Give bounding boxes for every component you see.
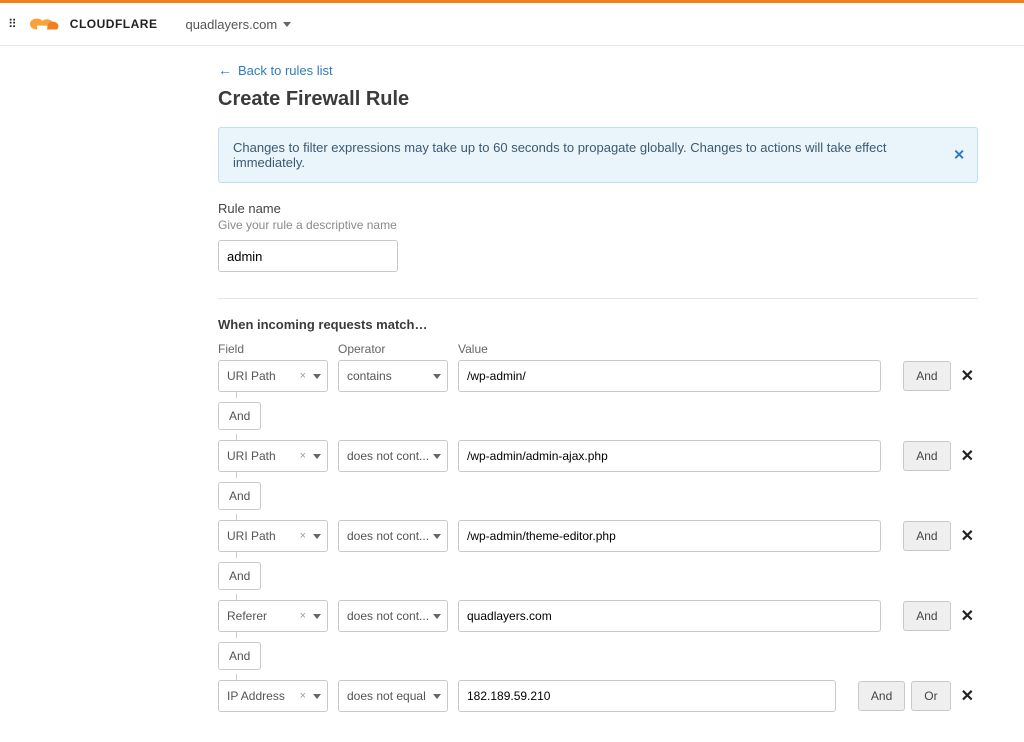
clear-icon[interactable]: × bbox=[295, 450, 311, 462]
domain-selector-label: quadlayers.com bbox=[185, 17, 277, 32]
page-title: Create Firewall Rule bbox=[218, 88, 978, 111]
field-select-label: URI Path bbox=[227, 529, 295, 543]
delete-row-icon[interactable]: ✕ bbox=[957, 606, 978, 626]
operator-select-label: does not cont... bbox=[347, 609, 431, 623]
operator-select[interactable]: does not equal bbox=[338, 680, 448, 712]
main-content: ← Back to rules list Create Firewall Rul… bbox=[218, 46, 978, 742]
domain-selector[interactable]: quadlayers.com bbox=[185, 17, 291, 32]
operator-select-label: contains bbox=[347, 369, 431, 383]
delete-row-icon[interactable]: ✕ bbox=[957, 526, 978, 546]
field-select-label: URI Path bbox=[227, 449, 295, 463]
logo-dots-icon: ⠿ bbox=[8, 17, 16, 31]
clear-icon[interactable]: × bbox=[295, 610, 311, 622]
brand-logo: ⠿ CLOUDFLARE bbox=[8, 15, 157, 33]
clear-icon[interactable]: × bbox=[295, 530, 311, 542]
row-actions: AndOr ✕ bbox=[858, 681, 978, 711]
connector: And bbox=[218, 402, 978, 430]
chevron-down-icon bbox=[313, 534, 321, 539]
operator-select-label: does not cont... bbox=[347, 449, 431, 463]
and-button[interactable]: And bbox=[903, 601, 950, 631]
rule-name-input[interactable] bbox=[218, 240, 398, 272]
field-select-label: IP Address bbox=[227, 689, 295, 703]
rule-row: IP Address× does not equal AndOr ✕ bbox=[218, 680, 978, 712]
chevron-down-icon bbox=[433, 534, 441, 539]
connector: And bbox=[218, 562, 978, 590]
chevron-down-icon bbox=[433, 374, 441, 379]
info-banner: Changes to filter expressions may take u… bbox=[218, 127, 978, 183]
operator-select[interactable]: does not cont... bbox=[338, 520, 448, 552]
rule-row: URI Path× does not cont... And ✕ bbox=[218, 520, 978, 552]
chevron-down-icon bbox=[313, 614, 321, 619]
operator-select-label: does not cont... bbox=[347, 529, 431, 543]
delete-row-icon[interactable]: ✕ bbox=[957, 686, 978, 706]
chevron-down-icon bbox=[313, 374, 321, 379]
value-input[interactable] bbox=[458, 360, 881, 392]
clear-icon[interactable]: × bbox=[295, 370, 311, 382]
rule-row: Referer× does not cont... And ✕ bbox=[218, 600, 978, 632]
chevron-down-icon bbox=[433, 614, 441, 619]
rule-name-label: Rule name bbox=[218, 201, 978, 216]
divider bbox=[218, 298, 978, 299]
rules-container: URI Path×containsAnd✕AndURI Path×does no… bbox=[218, 360, 978, 712]
match-section-title: When incoming requests match… bbox=[218, 317, 978, 332]
back-link-label: Back to rules list bbox=[238, 63, 333, 78]
value-input[interactable] bbox=[458, 440, 881, 472]
and-button[interactable]: And bbox=[903, 441, 950, 471]
row-actions: And ✕ bbox=[903, 521, 978, 551]
and-button[interactable]: And bbox=[903, 521, 950, 551]
value-input[interactable] bbox=[458, 520, 881, 552]
operator-select-label: does not equal bbox=[347, 689, 431, 703]
value-input[interactable] bbox=[458, 600, 881, 632]
field-select[interactable]: Referer× bbox=[218, 600, 328, 632]
field-select[interactable]: URI Path× bbox=[218, 520, 328, 552]
info-banner-text: Changes to filter expressions may take u… bbox=[233, 140, 887, 170]
connector-label[interactable]: And bbox=[218, 562, 261, 590]
col-value-label: Value bbox=[458, 342, 978, 356]
col-operator-label: Operator bbox=[338, 342, 448, 356]
operator-select[interactable]: contains bbox=[338, 360, 448, 392]
connector-label[interactable]: And bbox=[218, 482, 261, 510]
chevron-down-icon bbox=[313, 694, 321, 699]
connector-label[interactable]: And bbox=[218, 402, 261, 430]
chevron-down-icon bbox=[283, 22, 291, 27]
col-field-label: Field bbox=[218, 342, 328, 356]
row-actions: And ✕ bbox=[903, 441, 978, 471]
close-icon[interactable]: ✕ bbox=[953, 147, 965, 164]
connector-label[interactable]: And bbox=[218, 642, 261, 670]
rule-name-hint: Give your rule a descriptive name bbox=[218, 218, 978, 232]
connector: And bbox=[218, 642, 978, 670]
row-actions: And ✕ bbox=[903, 601, 978, 631]
clear-icon[interactable]: × bbox=[295, 690, 311, 702]
arrow-left-icon: ← bbox=[218, 62, 232, 78]
column-headers: Field Operator Value bbox=[218, 342, 978, 356]
field-select[interactable]: URI Path× bbox=[218, 360, 328, 392]
operator-select[interactable]: does not cont... bbox=[338, 440, 448, 472]
and-button[interactable]: And bbox=[903, 361, 950, 391]
brand-name: CLOUDFLARE bbox=[70, 17, 158, 31]
chevron-down-icon bbox=[433, 694, 441, 699]
connector: And bbox=[218, 482, 978, 510]
field-select-label: URI Path bbox=[227, 369, 295, 383]
value-input[interactable] bbox=[458, 680, 836, 712]
rule-row: URI Path× does not cont... And ✕ bbox=[218, 440, 978, 472]
back-link[interactable]: ← Back to rules list bbox=[218, 62, 978, 78]
and-button[interactable]: And bbox=[858, 681, 905, 711]
rule-row: URI Path× contains And ✕ bbox=[218, 360, 978, 392]
field-select[interactable]: IP Address× bbox=[218, 680, 328, 712]
field-select[interactable]: URI Path× bbox=[218, 440, 328, 472]
chevron-down-icon bbox=[433, 454, 441, 459]
operator-select[interactable]: does not cont... bbox=[338, 600, 448, 632]
cloud-icon bbox=[26, 15, 64, 33]
top-bar: ⠿ CLOUDFLARE quadlayers.com bbox=[0, 0, 1024, 46]
field-select-label: Referer bbox=[227, 609, 295, 623]
rule-name-section: Rule name Give your rule a descriptive n… bbox=[218, 201, 978, 272]
delete-row-icon[interactable]: ✕ bbox=[957, 446, 978, 466]
or-button[interactable]: Or bbox=[911, 681, 950, 711]
delete-row-icon[interactable]: ✕ bbox=[957, 366, 978, 386]
row-actions: And ✕ bbox=[903, 361, 978, 391]
chevron-down-icon bbox=[313, 454, 321, 459]
